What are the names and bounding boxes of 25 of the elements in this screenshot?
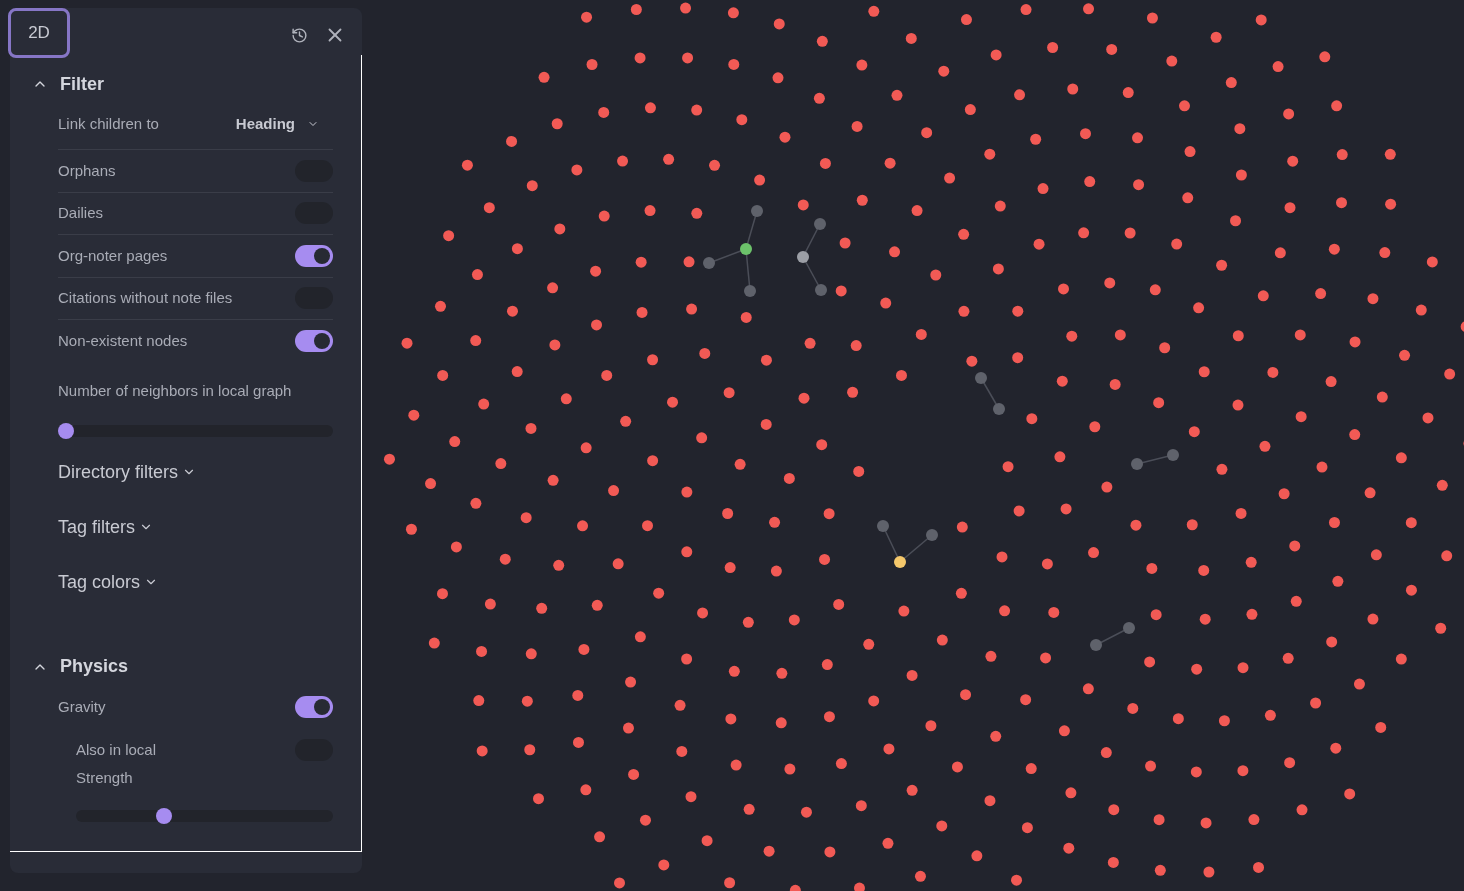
- setting-label: Also in local: [76, 739, 157, 760]
- slider-thumb[interactable]: [155, 808, 172, 824]
- slider-thumb[interactable]: [58, 422, 74, 439]
- toggle-switch[interactable]: [295, 695, 333, 718]
- setting-label: Org-noter pages: [58, 245, 168, 266]
- link-target-dropdown[interactable]: Heading: [235, 112, 333, 136]
- section-header[interactable]: Physics: [10, 647, 129, 686]
- collapsible-header[interactable]: Tag colors: [58, 568, 159, 596]
- setting-label: Number of neighbors in local graph: [58, 381, 292, 399]
- setting-label: Gravity: [58, 696, 106, 717]
- setting-label: Link children to: [58, 113, 159, 134]
- setting-label: Citations without note files: [58, 288, 233, 308]
- collapsible-header[interactable]: Tag filters: [58, 513, 154, 541]
- collapsible-header[interactable]: Directory filters: [58, 458, 196, 486]
- slider-track[interactable]: [76, 810, 333, 822]
- setting-label: Non-existent nodes: [58, 331, 188, 351]
- toggle-switch[interactable]: [295, 244, 333, 267]
- slider-track[interactable]: [58, 424, 333, 437]
- toggle-switch[interactable]: [295, 330, 333, 353]
- setting-label: Dailies: [58, 203, 103, 223]
- reset-history-icon[interactable]: [291, 26, 308, 44]
- setting-label: Orphans: [58, 160, 116, 181]
- setting-label: Strength: [76, 769, 133, 786]
- section-header[interactable]: Filter: [10, 65, 104, 103]
- mode-toggle-button[interactable]: 2D: [8, 8, 70, 58]
